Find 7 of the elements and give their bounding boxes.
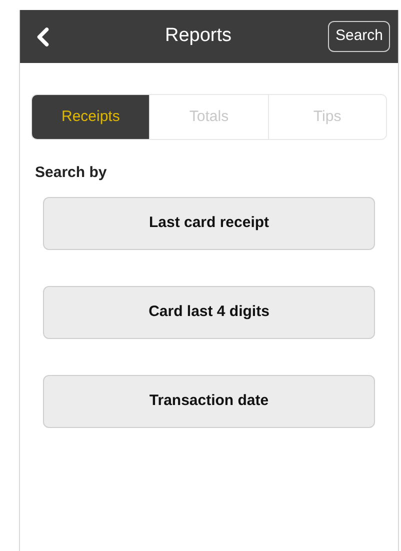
section-label: Search by xyxy=(35,163,108,183)
search-option-button[interactable]: Last card receipt xyxy=(43,196,375,250)
tab[interactable]: Receipts xyxy=(32,95,150,139)
search-button[interactable]: Search xyxy=(328,21,390,52)
search-option-button[interactable]: Card last 4 digits xyxy=(43,286,375,338)
search-option-button[interactable]: Transaction date xyxy=(43,374,375,428)
header-title: Reports xyxy=(164,24,232,48)
